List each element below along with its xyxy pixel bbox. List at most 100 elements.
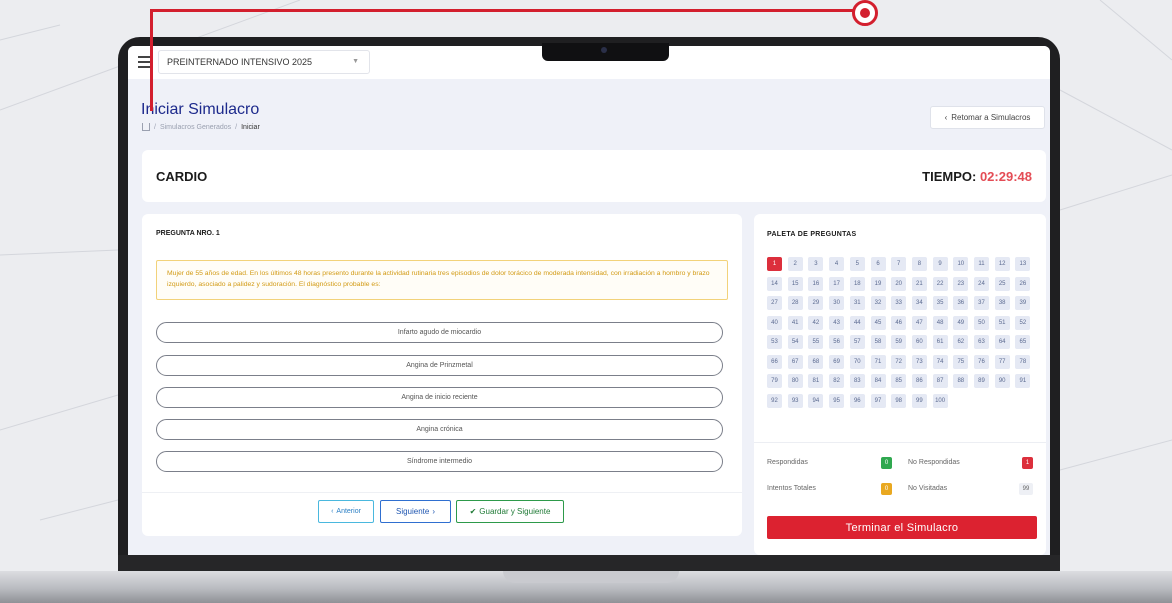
palette-question-button[interactable]: 88 [953,374,969,388]
palette-question-button[interactable]: 25 [994,276,1010,291]
palette-question-button[interactable]: 75 [953,354,969,369]
palette-question-button[interactable]: 99 [911,393,927,408]
palette-question-button[interactable]: 87 [932,374,948,388]
palette-question-button[interactable]: 65 [1015,335,1031,349]
palette-question-button[interactable]: 72 [891,354,907,369]
palette-question-button[interactable]: 29 [808,296,824,310]
palette-question-button[interactable]: 92 [767,393,782,408]
palette-question-button[interactable]: 57 [849,335,865,349]
palette-question-button[interactable]: 76 [974,354,989,369]
palette-question-button[interactable]: 13 [1015,257,1031,271]
palette-question-button[interactable]: 52 [1015,315,1031,330]
palette-question-button[interactable]: 47 [911,315,927,330]
palette-question-button[interactable]: 55 [808,335,824,349]
palette-question-button[interactable]: 97 [870,393,886,408]
palette-question-button[interactable]: 93 [787,393,803,408]
finish-exam-button[interactable]: Terminar el Simulacro [767,516,1037,539]
home-icon[interactable] [142,123,150,131]
palette-question-button[interactable]: 37 [974,296,989,310]
palette-question-button[interactable]: 21 [911,276,927,291]
palette-question-button[interactable]: 26 [1015,276,1031,291]
palette-question-button[interactable]: 64 [994,335,1010,349]
palette-question-button[interactable]: 71 [870,354,886,369]
palette-question-button[interactable]: 63 [974,335,989,349]
palette-question-button[interactable]: 16 [808,276,824,291]
breadcrumb-item[interactable]: Simulacros Generados [160,124,231,131]
palette-question-button[interactable]: 77 [994,354,1010,369]
palette-question-button[interactable]: 9 [932,257,948,271]
answer-option[interactable]: Angina de inicio reciente [156,387,723,408]
palette-question-button[interactable]: 74 [932,354,948,369]
palette-question-button[interactable]: 10 [953,257,969,271]
palette-question-button[interactable]: 45 [870,315,886,330]
palette-question-button[interactable]: 39 [1015,296,1031,310]
palette-question-button[interactable]: 44 [849,315,865,330]
palette-question-button[interactable]: 73 [911,354,927,369]
palette-question-button[interactable]: 66 [767,354,782,369]
palette-question-button[interactable]: 78 [1015,354,1031,369]
palette-question-button[interactable]: 8 [911,257,927,271]
palette-question-button[interactable]: 61 [932,335,948,349]
palette-question-button[interactable]: 35 [932,296,948,310]
palette-question-button[interactable]: 34 [911,296,927,310]
palette-question-button[interactable]: 5 [849,257,865,271]
palette-question-button[interactable]: 27 [767,296,782,310]
palette-question-button[interactable]: 60 [911,335,927,349]
palette-question-button[interactable]: 59 [891,335,907,349]
palette-question-button[interactable]: 41 [787,315,803,330]
palette-question-button[interactable]: 67 [787,354,803,369]
palette-question-button[interactable]: 54 [787,335,803,349]
palette-question-button[interactable]: 31 [849,296,865,310]
palette-question-button[interactable]: 7 [891,257,907,271]
answer-option[interactable]: Infarto agudo de miocardio [156,322,723,343]
palette-question-button[interactable]: 62 [953,335,969,349]
palette-question-button[interactable]: 85 [891,374,907,388]
palette-question-button[interactable]: 6 [870,257,886,271]
palette-question-button[interactable]: 79 [767,374,782,388]
save-and-next-button[interactable]: ✔ Guardar y Siguiente [456,500,564,523]
palette-question-button[interactable]: 56 [829,335,845,349]
palette-question-button[interactable]: 68 [808,354,824,369]
next-button[interactable]: Siguiente › [380,500,451,523]
palette-question-button[interactable]: 94 [808,393,824,408]
palette-question-button[interactable]: 30 [829,296,845,310]
palette-question-button[interactable]: 32 [870,296,886,310]
palette-question-button[interactable]: 15 [787,276,803,291]
palette-question-button[interactable]: 80 [787,374,803,388]
palette-question-button[interactable]: 1 [767,257,782,271]
palette-question-button[interactable]: 83 [849,374,865,388]
palette-question-button[interactable]: 58 [870,335,886,349]
palette-question-button[interactable]: 46 [891,315,907,330]
palette-question-button[interactable]: 98 [891,393,907,408]
palette-question-button[interactable]: 33 [891,296,907,310]
palette-question-button[interactable]: 24 [974,276,989,291]
return-button[interactable]: ‹ Retomar a Simulacros [930,106,1045,129]
palette-question-button[interactable]: 19 [870,276,886,291]
palette-question-button[interactable]: 95 [829,393,845,408]
palette-question-button[interactable]: 42 [808,315,824,330]
palette-question-button[interactable]: 38 [994,296,1010,310]
palette-question-button[interactable]: 43 [829,315,845,330]
palette-question-button[interactable]: 14 [767,276,782,291]
answer-option[interactable]: Angina crónica [156,419,723,440]
palette-question-button[interactable]: 81 [808,374,824,388]
palette-question-button[interactable]: 22 [932,276,948,291]
palette-question-button[interactable]: 91 [1015,374,1031,388]
answer-option[interactable]: Angina de Prinzmetal [156,355,723,376]
answer-option[interactable]: Síndrome intermedio [156,451,723,472]
palette-question-button[interactable]: 36 [953,296,969,310]
palette-question-button[interactable]: 89 [974,374,989,388]
palette-question-button[interactable]: 28 [787,296,803,310]
palette-question-button[interactable]: 4 [829,257,845,271]
palette-question-button[interactable]: 18 [849,276,865,291]
palette-question-button[interactable]: 12 [994,257,1010,271]
palette-question-button[interactable]: 23 [953,276,969,291]
palette-question-button[interactable]: 50 [974,315,989,330]
palette-question-button[interactable]: 40 [767,315,782,330]
palette-question-button[interactable]: 69 [829,354,845,369]
palette-question-button[interactable]: 11 [974,257,989,271]
palette-question-button[interactable]: 100 [932,393,948,408]
palette-question-button[interactable]: 70 [849,354,865,369]
palette-question-button[interactable]: 3 [808,257,824,271]
palette-question-button[interactable]: 86 [911,374,927,388]
